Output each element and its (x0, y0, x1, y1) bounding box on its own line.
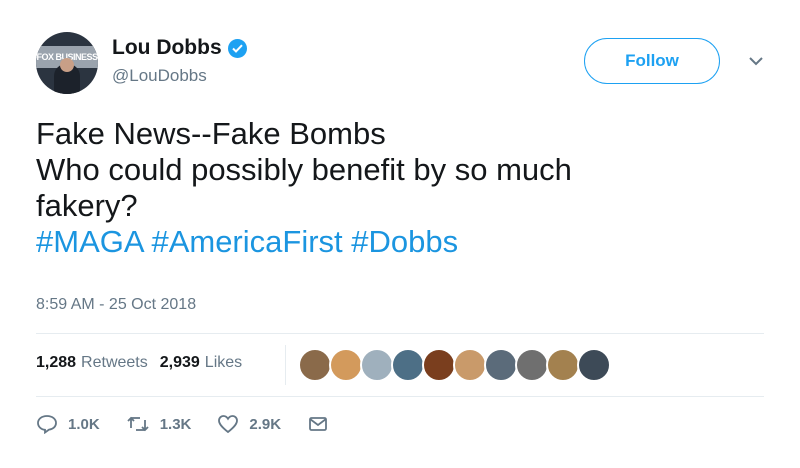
retweet-action[interactable]: 1.3K (126, 414, 192, 434)
engagement-stats: 1,288 Retweets 2,939 Likes (36, 354, 254, 372)
liker-avatar[interactable] (453, 348, 487, 382)
tweet-line: Who could possibly benefit by so much (36, 152, 572, 187)
retweets-label[interactable]: Retweets (81, 354, 148, 372)
hashtag-link[interactable]: #Dobbs (351, 224, 458, 259)
verified-badge-icon (227, 38, 247, 58)
tweet-actions: 1.0K 1.3K 2.9K (36, 414, 355, 434)
liker-avatar[interactable] (298, 348, 332, 382)
like-action[interactable]: 2.9K (217, 414, 281, 434)
divider (36, 333, 764, 334)
likes-label[interactable]: Likes (205, 354, 242, 372)
tweet-card: FOX BUSINESS Lou Dobbs @LouDobbs Follow … (0, 0, 800, 468)
author-name-row: Lou Dobbs (112, 36, 247, 60)
retweets-count[interactable]: 1,288 (36, 354, 76, 372)
chevron-down-icon[interactable] (746, 54, 766, 68)
envelope-icon (309, 417, 327, 431)
like-count: 2.9K (249, 415, 282, 433)
reply-count: 1.0K (68, 415, 100, 433)
tweet-line: fakery? (36, 188, 138, 223)
reply-icon (37, 415, 57, 434)
author-handle[interactable]: @LouDobbs (112, 66, 207, 86)
heart-icon (218, 415, 239, 434)
liker-avatar[interactable] (422, 348, 456, 382)
retweet-count: 1.3K (159, 415, 192, 433)
liker-avatar[interactable] (577, 348, 611, 382)
hashtag-link[interactable]: #AmericaFirst (151, 224, 342, 259)
tweet-timestamp[interactable]: 8:59 AM - 25 Oct 2018 (36, 296, 196, 314)
likes-count[interactable]: 2,939 (160, 354, 200, 372)
tweet-line: Fake News--Fake Bombs (36, 116, 386, 151)
liker-avatar[interactable] (360, 348, 394, 382)
stats-separator (285, 345, 286, 385)
reply-action[interactable]: 1.0K (36, 414, 100, 434)
tweet-text: Fake News--Fake Bombs Who could possibly… (36, 116, 756, 260)
liker-avatar[interactable] (329, 348, 363, 382)
liker-avatar[interactable] (484, 348, 518, 382)
retweet-icon (127, 416, 149, 432)
liker-avatar[interactable] (391, 348, 425, 382)
hashtag-list: #MAGA #AmericaFirst #Dobbs (36, 224, 756, 260)
liker-avatar[interactable] (515, 348, 549, 382)
liker-avatars (298, 348, 611, 382)
hashtag-link[interactable]: #MAGA (36, 224, 143, 259)
author-avatar[interactable]: FOX BUSINESS (36, 32, 98, 94)
follow-button[interactable]: Follow (584, 38, 720, 84)
divider (36, 396, 764, 397)
author-display-name[interactable]: Lou Dobbs (112, 36, 222, 60)
avatar-face (60, 58, 74, 72)
liker-avatar[interactable] (546, 348, 580, 382)
direct-message-action[interactable] (307, 414, 329, 434)
